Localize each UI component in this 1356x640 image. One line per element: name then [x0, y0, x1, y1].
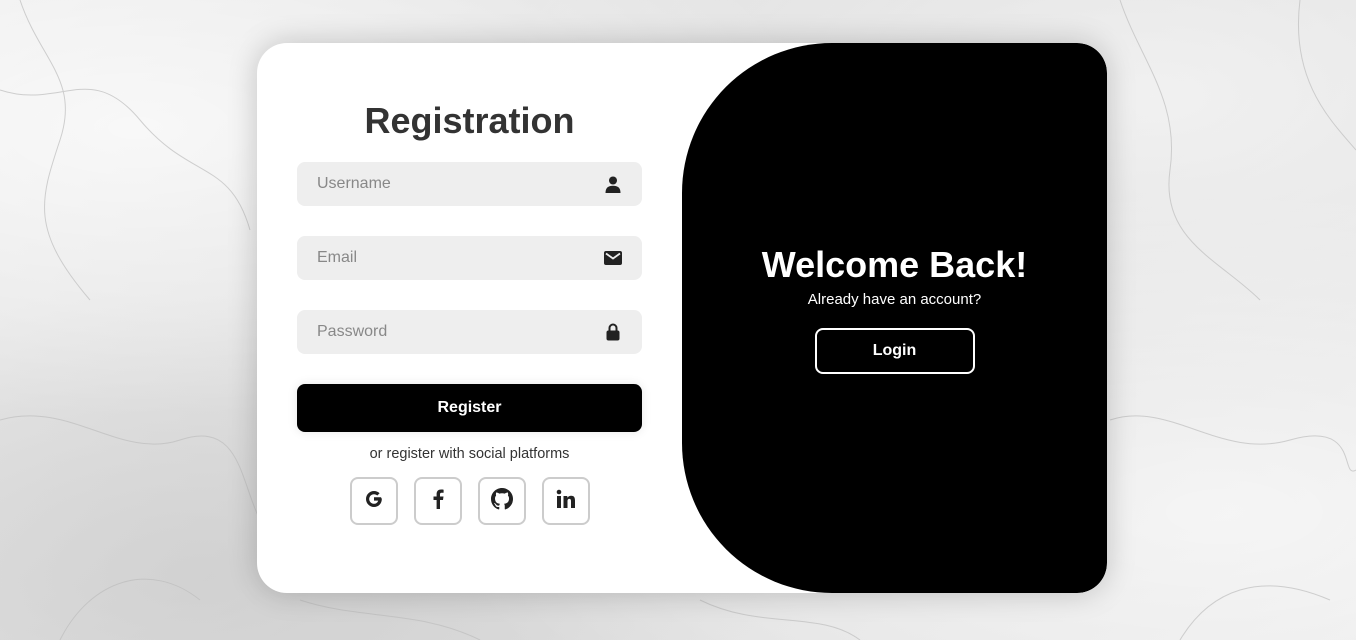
- linkedin-icon: [556, 489, 576, 514]
- login-button[interactable]: Login: [814, 327, 975, 374]
- username-field-wrapper: [297, 162, 642, 206]
- github-button[interactable]: [477, 477, 526, 525]
- account-prompt: Already have an account?: [807, 290, 982, 308]
- welcome-panel: Welcome Back! Already have an account? L…: [682, 43, 1107, 593]
- password-input[interactable]: [297, 310, 642, 354]
- social-register-text: or register with social platforms: [369, 446, 570, 462]
- github-icon: [490, 487, 513, 515]
- register-button[interactable]: Register: [297, 384, 642, 432]
- email-field-wrapper: [297, 236, 642, 280]
- linkedin-button[interactable]: [541, 477, 590, 525]
- user-icon: [604, 175, 622, 193]
- auth-card: Registration Username Email Register or …: [257, 43, 1107, 593]
- facebook-button[interactable]: [413, 477, 462, 525]
- email-input[interactable]: [297, 236, 642, 280]
- facebook-icon: [432, 489, 444, 514]
- social-icons-row: [297, 477, 642, 525]
- registration-form: Registration Username Email Register or …: [297, 43, 642, 593]
- google-icon: [364, 489, 384, 514]
- lock-icon: [604, 323, 622, 341]
- google-button[interactable]: [349, 477, 398, 525]
- registration-title: Registration: [364, 100, 575, 141]
- welcome-title: Welcome Back!: [761, 243, 1028, 285]
- envelope-icon: [604, 249, 622, 267]
- username-input[interactable]: [297, 162, 642, 206]
- password-field-wrapper: [297, 310, 642, 354]
